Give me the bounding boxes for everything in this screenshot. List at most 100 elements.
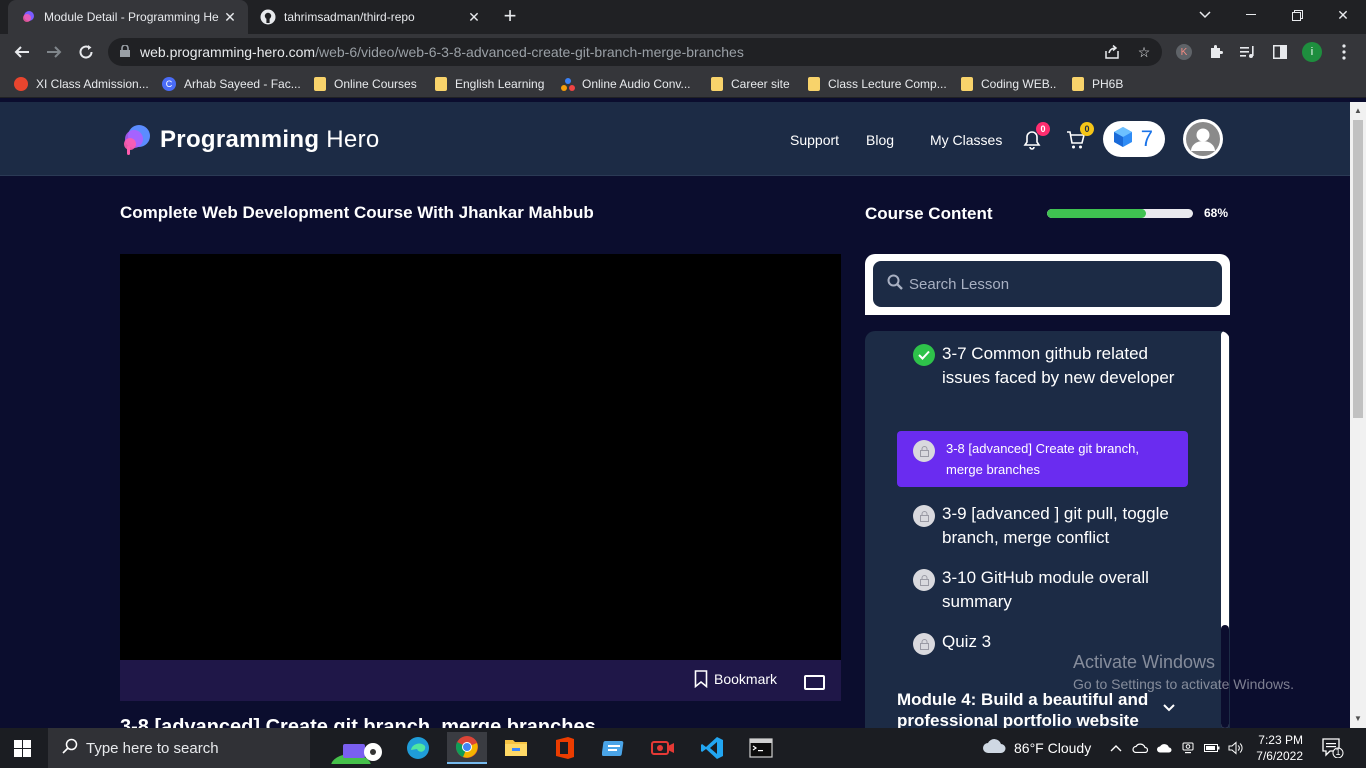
share-icon[interactable] bbox=[1102, 42, 1122, 62]
bookmark-online-audio-converter[interactable]: Online Audio Conv... bbox=[560, 75, 691, 93]
page-scrollbar[interactable]: ▲ ▼ bbox=[1350, 102, 1366, 728]
logo-text-bold: Programming bbox=[160, 126, 320, 153]
cart-icon[interactable]: 0 bbox=[1064, 122, 1094, 152]
media-queue-icon[interactable] bbox=[1238, 42, 1258, 62]
folder-icon bbox=[711, 77, 723, 91]
forward-arrow-icon[interactable] bbox=[42, 40, 66, 64]
programming-hero-logo[interactable]: Programming Hero bbox=[118, 122, 380, 158]
onedrive-cloud-icon[interactable] bbox=[1132, 740, 1148, 756]
clock-time: 7:23 PM bbox=[1258, 733, 1303, 747]
close-window-button[interactable]: ✕ bbox=[1320, 0, 1366, 30]
notification-bell-icon[interactable]: 0 bbox=[1020, 122, 1050, 152]
cloud-icon bbox=[982, 738, 1006, 757]
screen-recorder-icon[interactable] bbox=[643, 732, 683, 764]
extensions-puzzle-icon[interactable] bbox=[1206, 42, 1226, 62]
star-icon[interactable]: ☆ bbox=[1134, 42, 1154, 62]
course-progress-label: 68% bbox=[1204, 206, 1229, 220]
gem-icon bbox=[1113, 126, 1133, 153]
terminal-icon[interactable] bbox=[741, 732, 781, 764]
profile-avatar-icon[interactable]: i bbox=[1302, 42, 1322, 62]
bookmark-coding-web[interactable]: Coding WEB.. bbox=[961, 75, 1056, 93]
programming-hero-favicon-icon bbox=[20, 9, 36, 25]
search-icon bbox=[887, 274, 903, 295]
video-player[interactable] bbox=[120, 254, 841, 660]
folder-icon bbox=[314, 77, 326, 91]
browser-toolbar: web.programming-hero.com/web-6/video/web… bbox=[0, 34, 1366, 70]
file-explorer-icon[interactable] bbox=[496, 732, 536, 764]
battery-icon[interactable] bbox=[1204, 740, 1220, 756]
taskbar-search-box[interactable]: Type here to search bbox=[48, 728, 310, 768]
taskbar-search-placeholder: Type here to search bbox=[86, 739, 219, 757]
extension-k-icon[interactable]: K bbox=[1174, 42, 1194, 62]
nav-my-classes-link[interactable]: My Classes bbox=[930, 132, 1002, 148]
folder-icon bbox=[1072, 77, 1084, 91]
bookmark-xi-class[interactable]: XI Class Admission... bbox=[14, 75, 149, 93]
lesson-item-3-7[interactable]: 3-7 Common github related issues faced b… bbox=[942, 342, 1192, 390]
reload-icon[interactable] bbox=[74, 40, 98, 64]
scroll-down-arrow-icon[interactable]: ▼ bbox=[1354, 714, 1362, 723]
search-highlight-icon[interactable] bbox=[318, 732, 390, 764]
lesson-item-quiz-3[interactable]: Quiz 3 bbox=[942, 630, 1192, 654]
address-bar[interactable]: web.programming-hero.com/web-6/video/web… bbox=[108, 38, 1162, 66]
back-arrow-icon[interactable] bbox=[10, 40, 34, 64]
page-scrollbar-thumb[interactable] bbox=[1353, 120, 1363, 418]
github-icon bbox=[260, 9, 276, 25]
module-4-title[interactable]: Module 4: Build a beautiful and professi… bbox=[897, 689, 1167, 728]
new-tab-button[interactable]: + bbox=[498, 5, 522, 29]
theater-mode-icon[interactable] bbox=[804, 675, 825, 690]
lesson-item-3-8-active[interactable]: 3-8 [advanced] Create git branch, merge … bbox=[897, 431, 1188, 487]
lesson-item-3-10[interactable]: 3-10 GitHub module overall summary bbox=[942, 566, 1192, 614]
bookmark-class-lecture[interactable]: Class Lecture Comp... bbox=[808, 75, 947, 93]
course-content-title: Course Content bbox=[865, 204, 993, 223]
tab-search-chevron-icon[interactable] bbox=[1182, 0, 1228, 30]
bookmark-arhab-sayeed[interactable]: C Arhab Sayeed - Fac... bbox=[162, 75, 301, 93]
tab-close-icon[interactable]: ✕ bbox=[222, 9, 238, 26]
weather-widget[interactable]: 86°F Cloudy bbox=[982, 738, 1091, 757]
notification-center-icon[interactable]: 1 bbox=[1322, 738, 1344, 763]
minimize-button[interactable] bbox=[1228, 0, 1274, 30]
lesson-search-input[interactable] bbox=[909, 275, 1209, 293]
bookmark-ph6b[interactable]: PH6B bbox=[1072, 75, 1123, 93]
notification-count: 1 bbox=[1335, 747, 1341, 757]
edge-browser-icon[interactable] bbox=[398, 732, 438, 764]
nav-support-link[interactable]: Support bbox=[790, 132, 839, 148]
tab-close-icon[interactable]: ✕ bbox=[466, 9, 482, 26]
office-icon[interactable] bbox=[545, 732, 585, 764]
canva-favicon-icon: C bbox=[162, 77, 176, 91]
bookmark-icon bbox=[694, 670, 708, 688]
lock-icon bbox=[913, 505, 935, 527]
notepad-app-icon[interactable] bbox=[594, 732, 634, 764]
bookmark-online-courses[interactable]: Online Courses bbox=[314, 75, 417, 93]
lock-icon bbox=[913, 440, 935, 462]
bookmark-label: Bookmark bbox=[714, 671, 778, 687]
windows-start-icon[interactable] bbox=[14, 740, 31, 762]
nav-blog-link[interactable]: Blog bbox=[866, 132, 894, 148]
chevron-down-icon[interactable] bbox=[1163, 699, 1175, 717]
onedrive-filled-icon[interactable] bbox=[1156, 740, 1172, 756]
bookmarks-bar: XI Class Admission... C Arhab Sayeed - F… bbox=[0, 70, 1366, 98]
tab-title: tahrimsadman/third-repo bbox=[284, 10, 415, 24]
camera-icon[interactable] bbox=[1180, 740, 1196, 756]
gem-counter[interactable]: 7 bbox=[1103, 121, 1165, 157]
taskbar-clock[interactable]: 7:23 PM 7/6/2022 bbox=[1253, 732, 1303, 764]
vscode-icon[interactable] bbox=[692, 732, 732, 764]
logo-text-light: Hero bbox=[319, 126, 380, 153]
lesson-item-3-9[interactable]: 3-9 [advanced ] git pull, toggle branch,… bbox=[942, 502, 1192, 550]
bookmark-button[interactable]: Bookmark bbox=[694, 670, 777, 688]
restore-button[interactable] bbox=[1274, 0, 1320, 30]
more-menu-icon[interactable] bbox=[1334, 42, 1354, 62]
tab-github-repo[interactable]: tahrimsadman/third-repo ✕ bbox=[248, 0, 492, 34]
side-panel-icon[interactable] bbox=[1270, 42, 1290, 62]
tab-module-detail[interactable]: Module Detail - Programming He ✕ bbox=[8, 0, 248, 34]
volume-icon[interactable] bbox=[1228, 740, 1244, 756]
tab-title: Module Detail - Programming He bbox=[44, 10, 219, 24]
chrome-icon[interactable] bbox=[447, 732, 487, 764]
chevron-up-icon[interactable] bbox=[1108, 740, 1124, 756]
bookmark-english-learning[interactable]: English Learning bbox=[435, 75, 544, 93]
scroll-up-arrow-icon[interactable]: ▲ bbox=[1354, 106, 1362, 115]
logo-mark-icon bbox=[118, 122, 154, 158]
url-path: /web-6/video/web-6-3-8-advanced-create-g… bbox=[315, 44, 744, 60]
user-avatar[interactable] bbox=[1183, 119, 1223, 159]
cart-badge: 0 bbox=[1080, 122, 1094, 136]
bookmark-career-site[interactable]: Career site bbox=[711, 75, 790, 93]
